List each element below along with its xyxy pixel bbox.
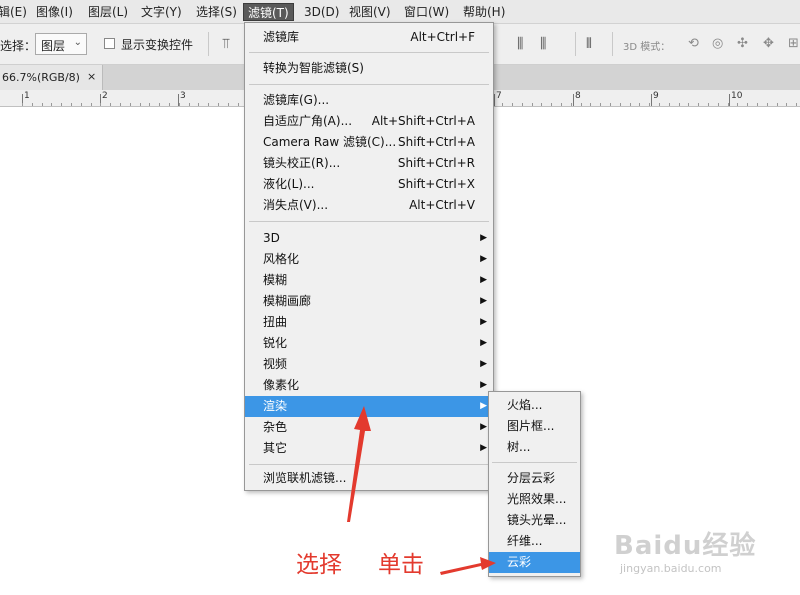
annotation-click: 单击	[378, 552, 424, 578]
annotation-arrows	[347, 406, 496, 575]
watermark-url: jingyan.baidu.com	[620, 562, 722, 575]
watermark-logo: Baidu经验	[614, 531, 757, 561]
annotation-select: 选择	[296, 552, 342, 578]
arrow-to-clouds	[440, 557, 496, 575]
arrow-to-render	[347, 406, 371, 522]
